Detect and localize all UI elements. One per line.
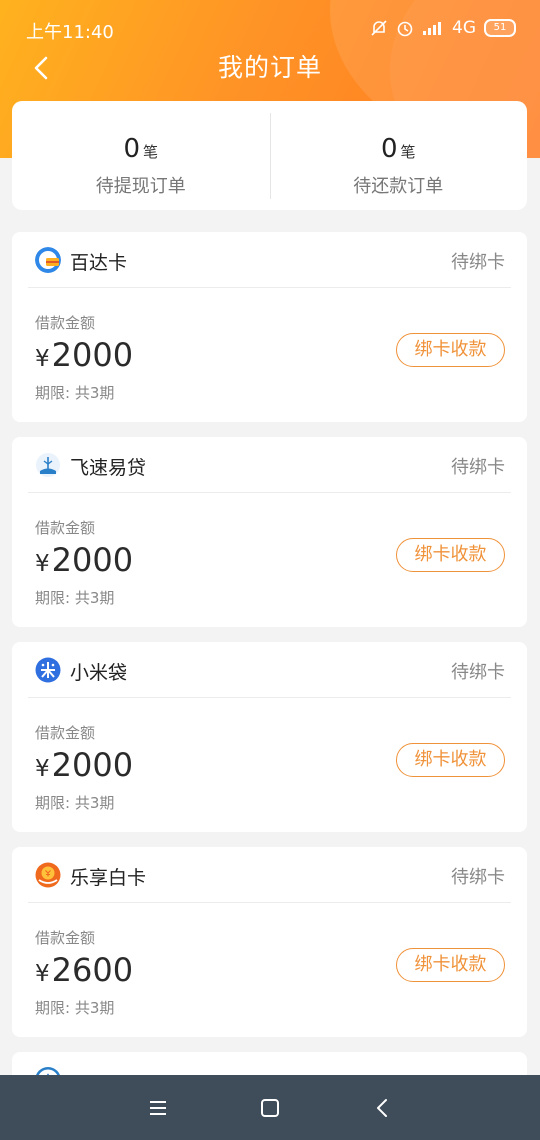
app-logo-icon — [35, 657, 61, 683]
summary-count: 0笔 — [380, 134, 416, 164]
mute-icon — [371, 20, 387, 36]
order-card: 百达卡 待绑卡 借款金额 ¥2000 期限: 共3期 绑卡收款 — [12, 232, 527, 422]
app-name: 百达卡 — [70, 252, 128, 274]
status-time: 上午11:40 — [26, 22, 114, 43]
amount-label: 借款金额 — [35, 314, 96, 332]
order-card: 飞速易贷 待绑卡 借款金额 ¥2000 期限: 共3期 绑卡收款 — [12, 437, 527, 627]
nav-menu-button[interactable] — [145, 1095, 171, 1121]
order-card-header: 飞速易贷 待绑卡 — [28, 437, 511, 493]
app-logo-icon — [35, 247, 61, 273]
loan-amount: ¥2000 — [35, 541, 134, 579]
pending-repay-summary[interactable]: 0笔 待还款订单 — [269, 101, 528, 210]
chevron-left-icon — [377, 1099, 387, 1117]
order-status: 待绑卡 — [451, 252, 505, 273]
order-status: 待绑卡 — [451, 662, 505, 683]
loan-term: 期限: 共3期 — [35, 589, 115, 607]
system-nav-bar — [0, 1075, 540, 1140]
order-card-header: 小米袋 待绑卡 — [28, 642, 511, 698]
loan-amount: ¥2000 — [35, 746, 134, 784]
summary-count: 0笔 — [123, 134, 159, 164]
app-name: 飞速易贷 — [70, 457, 147, 479]
order-card: 小米袋 待绑卡 借款金额 ¥2000 期限: 共3期 绑卡收款 — [12, 642, 527, 832]
loan-term: 期限: 共3期 — [35, 384, 115, 402]
menu-icon — [150, 1101, 166, 1115]
amount-label: 借款金额 — [35, 929, 96, 947]
bind-card-button[interactable]: 绑卡收款 — [396, 948, 505, 982]
nav-back-button[interactable] — [370, 1095, 396, 1121]
amount-label: 借款金额 — [35, 519, 96, 537]
status-bar: 上午11:40 4G 51 — [0, 16, 540, 44]
page-title: 我的订单 — [217, 53, 322, 82]
order-card-header: 乐享白卡 待绑卡 — [28, 847, 511, 903]
battery-icon: 51 — [484, 19, 516, 37]
app-name: 小米袋 — [70, 662, 128, 684]
order-status: 待绑卡 — [451, 457, 505, 478]
bind-card-button[interactable]: 绑卡收款 — [396, 743, 505, 777]
order-status: 待绑卡 — [451, 867, 505, 888]
nav-home-button[interactable] — [257, 1095, 283, 1121]
app-logo-icon — [35, 862, 61, 888]
signal-icon — [423, 22, 441, 35]
summary-label: 待提现订单 — [95, 176, 186, 197]
order-card-header: 百达卡 待绑卡 — [28, 232, 511, 288]
square-icon — [261, 1099, 279, 1117]
bind-card-button[interactable]: 绑卡收款 — [396, 333, 505, 367]
app-logo-icon — [35, 452, 61, 478]
app-name: 乐享白卡 — [70, 867, 147, 889]
alarm-icon — [397, 21, 413, 37]
order-card: 乐享白卡 待绑卡 借款金额 ¥2600 期限: 共3期 绑卡收款 — [12, 847, 527, 1037]
bind-card-button[interactable]: 绑卡收款 — [396, 538, 505, 572]
loan-amount: ¥2000 — [35, 336, 134, 374]
summary-label: 待还款订单 — [353, 176, 444, 197]
loan-amount: ¥2600 — [35, 951, 134, 989]
network-type: 4G — [452, 18, 476, 38]
status-icons: 4G 51 — [370, 18, 516, 38]
order-summary: 0笔 待提现订单 0笔 待还款订单 — [12, 101, 527, 210]
top-bar: 我的订单 — [0, 44, 540, 88]
loan-term: 期限: 共3期 — [35, 999, 115, 1017]
pending-withdraw-summary[interactable]: 0笔 待提现订单 — [12, 101, 270, 210]
loan-term: 期限: 共3期 — [35, 794, 115, 812]
amount-label: 借款金额 — [35, 724, 96, 742]
